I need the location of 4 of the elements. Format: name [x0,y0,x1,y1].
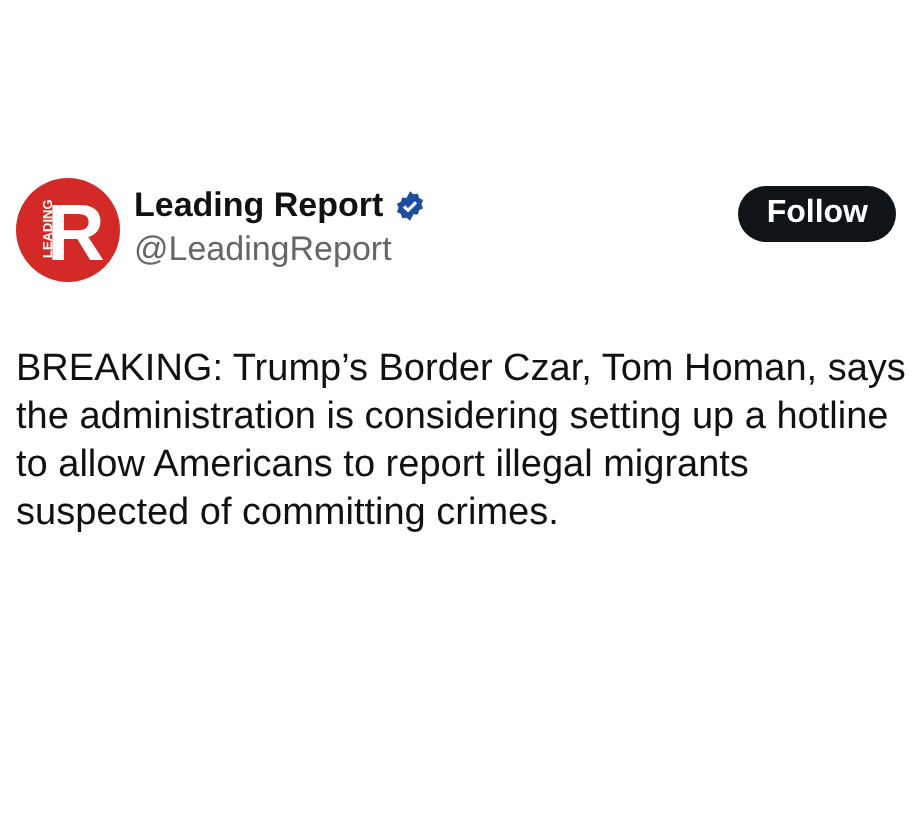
author-handle: @LeadingReport [134,228,394,272]
author-name[interactable]: Leading Report [134,184,384,228]
post-text: BREAKING: Trump’s Border Czar, Tom Homan, says the administration is considering setting up a hotline to allow Americans to report illegal migrants suspected of committing crimes. [16,346,908,538]
follow-button[interactable]: Follow [738,186,896,242]
